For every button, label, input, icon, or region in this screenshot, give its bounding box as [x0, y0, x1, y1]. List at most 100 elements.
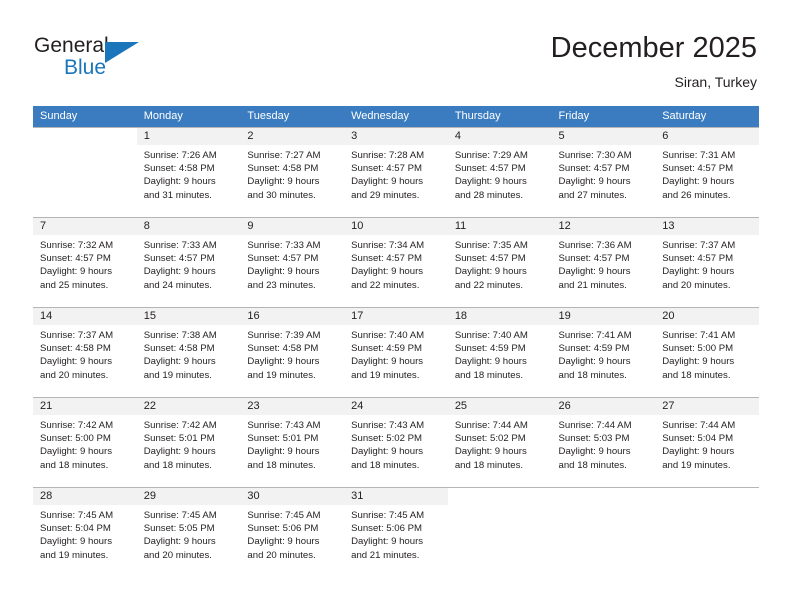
day-number: 20 [655, 308, 759, 325]
day-cell-26[interactable]: 26 Sunrise: 7:44 AM Sunset: 5:03 PM Dayligh… [551, 397, 656, 487]
day-number: 21 [33, 398, 137, 415]
brand-name-blue: Blue [64, 56, 107, 79]
day-detail-line: and 18 minutes. [247, 459, 316, 471]
day-detail-line: Sunrise: 7:45 AM [351, 510, 425, 521]
day-detail-line: Sunrise: 7:45 AM [40, 510, 114, 521]
day-cell-23[interactable]: 23 Sunrise: 7:43 AM Sunset: 5:01 PM Dayligh… [240, 397, 345, 487]
day-cell-9[interactable]: 9 Sunrise: 7:33 AM Sunset: 4:57 PM Daylight… [240, 217, 345, 307]
day-cell-13[interactable]: 13 Sunrise: 7:37 AM Sunset: 4:57 PM Dayligh… [655, 217, 759, 307]
day-cell-8[interactable]: 8 Sunrise: 7:33 AM Sunset: 4:57 PM Daylight… [136, 217, 241, 307]
day-detail-line: Sunset: 4:57 PM [454, 253, 526, 265]
day-number [33, 128, 137, 145]
day-cell-7[interactable]: 7 Sunrise: 7:32 AM Sunset: 4:57 PM Daylight… [33, 217, 137, 307]
day-cell-3[interactable]: 3 Sunrise: 7:28 AM Sunset: 4:57 PM Daylight… [344, 127, 448, 217]
day-cell-22[interactable]: 22 Sunrise: 7:42 AM Sunset: 5:01 PM Dayligh… [136, 397, 241, 487]
calendar-day-cell[interactable]: 15 Sunrise: 7:38 AM Sunset: 4:58 PM Dayligh… [136, 307, 241, 397]
calendar-day-cell[interactable]: 20 Sunrise: 7:41 AM Sunset: 5:00 PM Dayligh… [655, 307, 759, 397]
day-cell-17[interactable]: 17 Sunrise: 7:40 AM Sunset: 4:59 PM Dayligh… [344, 307, 448, 397]
day-cell-empty [655, 487, 759, 577]
calendar-header-row-group: Sunday Monday Tuesday Wednesday Thursday… [33, 106, 759, 127]
day-cell-11[interactable]: 11 Sunrise: 7:35 AM Sunset: 4:57 PM Dayligh… [447, 217, 552, 307]
calendar-day-cell[interactable]: 13 Sunrise: 7:37 AM Sunset: 4:57 PM Dayligh… [655, 217, 759, 307]
calendar-day-cell[interactable]: 5 Sunrise: 7:30 AM Sunset: 4:57 PM Daylight… [551, 127, 656, 217]
day-cell-27[interactable]: 27 Sunrise: 7:44 AM Sunset: 5:04 PM Dayligh… [655, 397, 759, 487]
day-detail-line: Sunrise: 7:39 AM [247, 330, 321, 341]
calendar-day-cell[interactable] [655, 487, 759, 577]
calendar-day-cell[interactable]: 14 Sunrise: 7:37 AM Sunset: 4:58 PM Dayligh… [33, 307, 137, 397]
calendar-day-cell[interactable]: 1 Sunrise: 7:26 AM Sunset: 4:58 PM Daylight… [136, 127, 241, 217]
day-cell-30[interactable]: 30 Sunrise: 7:45 AM Sunset: 5:06 PM Dayligh… [240, 487, 345, 577]
weekday-header-saturday: Saturday [655, 106, 759, 127]
day-detail-line: Sunrise: 7:43 AM [351, 420, 425, 431]
day-details: Sunrise: 7:45 AM Sunset: 5:05 PM Daylight:… [137, 505, 241, 562]
day-detail-line: Daylight: 9 hours [40, 356, 112, 368]
day-number: 12 [551, 218, 656, 235]
calendar-day-cell[interactable]: 12 Sunrise: 7:36 AM Sunset: 4:57 PM Dayligh… [551, 217, 656, 307]
calendar-day-cell[interactable]: 17 Sunrise: 7:40 AM Sunset: 4:59 PM Dayligh… [344, 307, 448, 397]
calendar-day-cell[interactable]: 9 Sunrise: 7:33 AM Sunset: 4:57 PM Daylight… [240, 217, 345, 307]
general-blue-logo[interactable]: General Blue [34, 33, 174, 85]
day-detail-line: Sunrise: 7:30 AM [558, 150, 632, 161]
calendar-day-cell[interactable]: 3 Sunrise: 7:28 AM Sunset: 4:57 PM Daylight… [344, 127, 448, 217]
calendar-day-cell[interactable]: 19 Sunrise: 7:41 AM Sunset: 4:59 PM Dayligh… [551, 307, 656, 397]
calendar-day-cell[interactable]: 29 Sunrise: 7:45 AM Sunset: 5:05 PM Dayligh… [136, 487, 241, 577]
day-cell-6[interactable]: 6 Sunrise: 7:31 AM Sunset: 4:57 PM Daylight… [655, 127, 759, 217]
day-cell-15[interactable]: 15 Sunrise: 7:38 AM Sunset: 4:58 PM Dayligh… [136, 307, 241, 397]
day-cell-16[interactable]: 16 Sunrise: 7:39 AM Sunset: 4:58 PM Dayligh… [240, 307, 345, 397]
day-number: 10 [344, 218, 448, 235]
calendar-day-cell[interactable]: 30 Sunrise: 7:45 AM Sunset: 5:06 PM Dayligh… [240, 487, 345, 577]
day-cell-19[interactable]: 19 Sunrise: 7:41 AM Sunset: 4:59 PM Dayligh… [551, 307, 656, 397]
day-cell-1[interactable]: 1 Sunrise: 7:26 AM Sunset: 4:58 PM Daylight… [136, 127, 241, 217]
day-number: 24 [344, 398, 448, 415]
calendar-day-cell[interactable]: 28 Sunrise: 7:45 AM Sunset: 5:04 PM Dayligh… [33, 487, 137, 577]
calendar-day-cell[interactable]: 18 Sunrise: 7:40 AM Sunset: 4:59 PM Dayligh… [447, 307, 552, 397]
day-cell-20[interactable]: 20 Sunrise: 7:41 AM Sunset: 5:00 PM Dayligh… [655, 307, 759, 397]
day-details: Sunrise: 7:40 AM Sunset: 4:59 PM Daylight:… [448, 325, 552, 382]
day-cell-10[interactable]: 10 Sunrise: 7:34 AM Sunset: 4:57 PM Dayligh… [344, 217, 448, 307]
calendar-day-cell[interactable]: 26 Sunrise: 7:44 AM Sunset: 5:03 PM Dayligh… [551, 397, 656, 487]
day-details: Sunrise: 7:28 AM Sunset: 4:57 PM Daylight:… [344, 145, 448, 202]
calendar-day-cell[interactable]: 31 Sunrise: 7:45 AM Sunset: 5:06 PM Dayligh… [344, 487, 448, 577]
day-cell-5[interactable]: 5 Sunrise: 7:30 AM Sunset: 4:57 PM Daylight… [551, 127, 656, 217]
calendar-day-cell[interactable]: 22 Sunrise: 7:42 AM Sunset: 5:01 PM Dayligh… [136, 397, 241, 487]
day-cell-24[interactable]: 24 Sunrise: 7:43 AM Sunset: 5:02 PM Dayligh… [344, 397, 448, 487]
calendar-grid: Sunday Monday Tuesday Wednesday Thursday… [33, 106, 759, 577]
calendar-day-cell[interactable]: 16 Sunrise: 7:39 AM Sunset: 4:58 PM Dayligh… [240, 307, 345, 397]
day-number: 22 [136, 398, 241, 415]
day-cell-21[interactable]: 21 Sunrise: 7:42 AM Sunset: 5:00 PM Dayligh… [33, 397, 137, 487]
day-cell-18[interactable]: 18 Sunrise: 7:40 AM Sunset: 4:59 PM Dayligh… [447, 307, 552, 397]
day-detail-line: Daylight: 9 hours [351, 176, 424, 188]
calendar-day-cell[interactable]: 23 Sunrise: 7:43 AM Sunset: 5:01 PM Dayligh… [240, 397, 345, 487]
day-cell-29[interactable]: 29 Sunrise: 7:45 AM Sunset: 5:05 PM Dayligh… [136, 487, 241, 577]
day-cell-4[interactable]: 4 Sunrise: 7:29 AM Sunset: 4:57 PM Daylight… [447, 127, 552, 217]
day-detail-line: Sunset: 4:59 PM [454, 343, 526, 355]
calendar-day-cell[interactable]: 27 Sunrise: 7:44 AM Sunset: 5:04 PM Dayligh… [655, 397, 759, 487]
calendar-day-cell[interactable]: 10 Sunrise: 7:34 AM Sunset: 4:57 PM Dayligh… [344, 217, 448, 307]
day-detail-line: Daylight: 9 hours [558, 266, 631, 278]
calendar-day-cell[interactable]: 2 Sunrise: 7:27 AM Sunset: 4:58 PM Daylight… [240, 127, 345, 217]
day-cell-25[interactable]: 25 Sunrise: 7:44 AM Sunset: 5:02 PM Dayligh… [447, 397, 552, 487]
day-detail-line: Daylight: 9 hours [454, 176, 527, 188]
weekday-header-row: Sunday Monday Tuesday Wednesday Thursday… [33, 106, 759, 127]
day-detail-line: Sunrise: 7:33 AM [247, 240, 321, 251]
calendar-day-cell[interactable]: 7 Sunrise: 7:32 AM Sunset: 4:57 PM Daylight… [33, 217, 137, 307]
day-cell-12[interactable]: 12 Sunrise: 7:36 AM Sunset: 4:57 PM Dayligh… [551, 217, 656, 307]
day-cell-28[interactable]: 28 Sunrise: 7:45 AM Sunset: 5:04 PM Dayligh… [33, 487, 137, 577]
day-details: Sunrise: 7:35 AM Sunset: 4:57 PM Daylight:… [448, 235, 552, 292]
day-detail-line: and 22 minutes. [454, 279, 524, 291]
calendar-day-cell[interactable]: 4 Sunrise: 7:29 AM Sunset: 4:57 PM Daylight… [447, 127, 552, 217]
calendar-day-cell[interactable]: 8 Sunrise: 7:33 AM Sunset: 4:57 PM Daylight… [136, 217, 241, 307]
calendar-day-cell[interactable] [551, 487, 656, 577]
calendar-day-cell[interactable]: 21 Sunrise: 7:42 AM Sunset: 5:00 PM Dayligh… [33, 397, 137, 487]
day-cell-14[interactable]: 14 Sunrise: 7:37 AM Sunset: 4:58 PM Dayligh… [33, 307, 137, 397]
calendar-day-cell[interactable]: 25 Sunrise: 7:44 AM Sunset: 5:02 PM Dayligh… [447, 397, 552, 487]
day-cell-31[interactable]: 31 Sunrise: 7:45 AM Sunset: 5:06 PM Dayligh… [344, 487, 448, 577]
calendar-day-cell[interactable]: 6 Sunrise: 7:31 AM Sunset: 4:57 PM Daylight… [655, 127, 759, 217]
calendar-day-cell[interactable] [447, 487, 552, 577]
calendar-day-cell[interactable]: 24 Sunrise: 7:43 AM Sunset: 5:02 PM Dayligh… [344, 397, 448, 487]
calendar-day-cell[interactable]: 11 Sunrise: 7:35 AM Sunset: 4:57 PM Dayligh… [447, 217, 552, 307]
day-details: Sunrise: 7:43 AM Sunset: 5:01 PM Daylight:… [240, 415, 344, 472]
day-detail-line: Sunrise: 7:41 AM [662, 330, 736, 341]
calendar-day-cell[interactable] [33, 127, 137, 217]
day-cell-2[interactable]: 2 Sunrise: 7:27 AM Sunset: 4:58 PM Daylight… [240, 127, 345, 217]
